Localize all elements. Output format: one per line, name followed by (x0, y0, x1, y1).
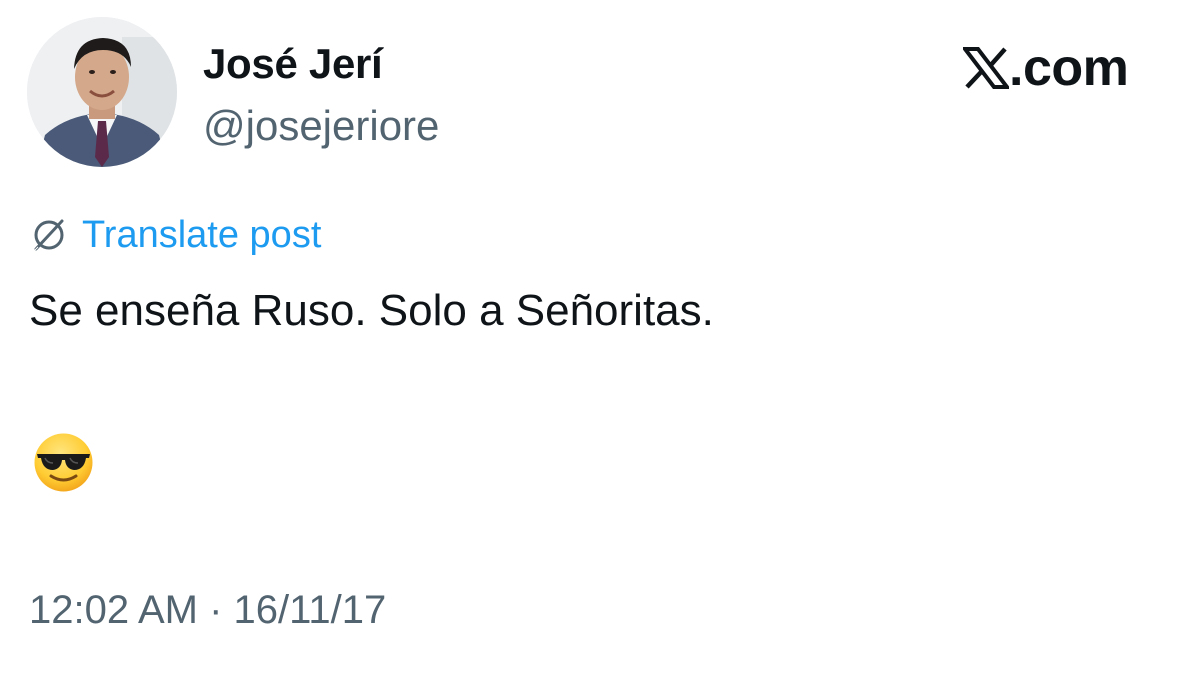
translate-post-link[interactable]: Translate post (30, 210, 321, 260)
x-logo-icon (963, 47, 1009, 89)
avatar-photo (27, 17, 177, 167)
platform-domain: .com (1009, 39, 1129, 97)
user-handle[interactable]: @josejeriore (203, 100, 439, 152)
smiling-face-with-sunglasses-icon (34, 433, 93, 492)
platform-logo: .com (963, 39, 1129, 97)
translate-post-label: Translate post (82, 214, 322, 256)
post-timestamp[interactable]: 12:02 AM · 16/11/17 (29, 585, 386, 635)
post-text: Se enseña Ruso. Solo a Señoritas. (29, 286, 714, 335)
avatar[interactable] (27, 17, 177, 167)
globe-slash-icon (33, 219, 64, 252)
display-name[interactable]: José Jerí (203, 38, 383, 90)
sunglasses-emoji (33, 432, 94, 493)
